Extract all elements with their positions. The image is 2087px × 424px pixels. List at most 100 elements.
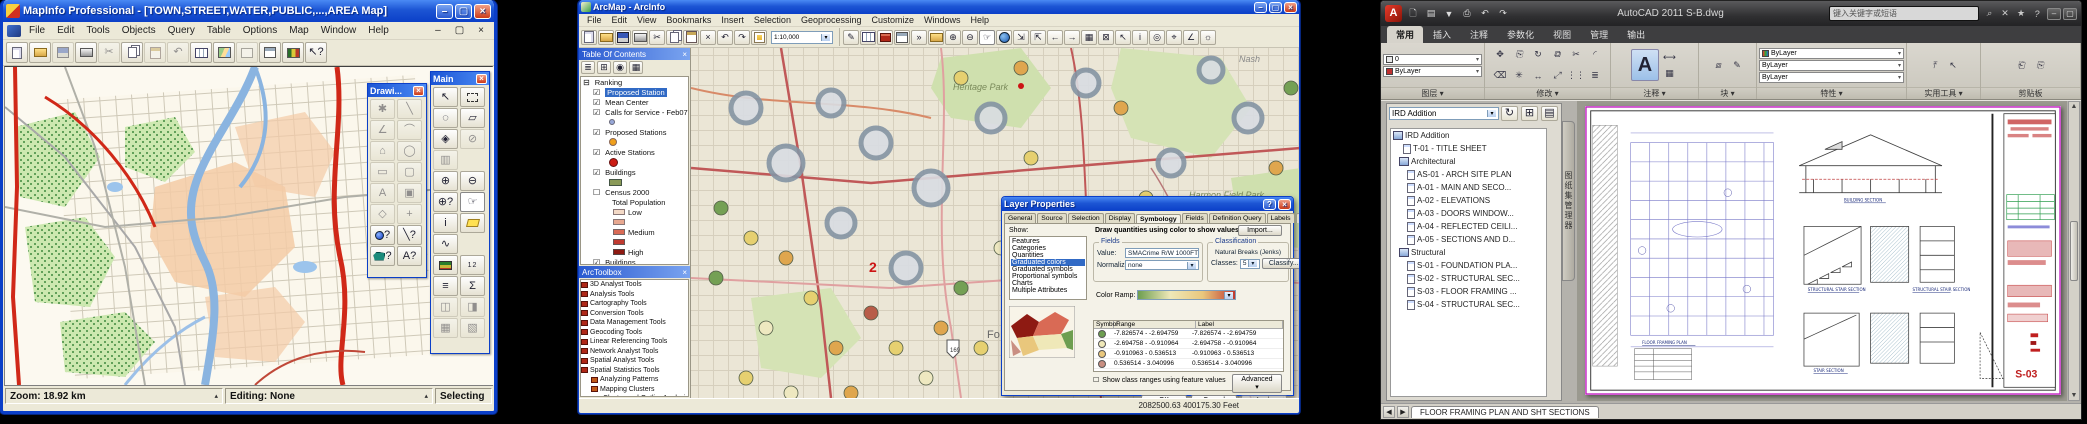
new-grapher-icon[interactable] [236,42,258,63]
sheet-row[interactable]: S-01 - FOUNDATION PLA... [1391,259,1546,272]
table-icon[interactable] [860,30,876,45]
explode-icon[interactable]: ✳ [1511,68,1528,83]
menu-item[interactable]: Options [237,23,283,38]
open-icon[interactable] [598,30,614,45]
qat-save-icon[interactable]: ▼ [1440,6,1458,22]
ellipse-tool-icon[interactable]: ◯ [397,141,422,161]
toc-layer-row[interactable]: ☑Buildings [581,257,688,265]
menu-item[interactable]: Table [201,23,237,38]
html-popup-icon[interactable]: ☼ [1200,30,1216,45]
radius-select-icon[interactable]: ◌ [433,108,458,128]
panel-label[interactable]: 块 ▾ [1699,87,1756,99]
show-legend-icon[interactable]: ≡ [433,276,458,296]
frame-tool-icon[interactable]: ▣ [397,183,422,203]
help-icon[interactable]: ? [2029,6,2045,21]
class-break-row[interactable]: -0.910963 - 0.536513-0.910963 - 0.536513 [1094,349,1283,359]
new-layout-icon[interactable] [259,42,281,63]
sheet-row[interactable]: AS-01 - ARCH SITE PLAN [1391,168,1546,181]
toolbox-item[interactable]: Data Management Tools [581,318,688,328]
toc-layer-row[interactable]: Low [581,207,688,217]
toolbox-item[interactable]: Geocoding Tools [581,328,688,338]
cut-icon[interactable]: ✂ [649,30,665,45]
apply-button[interactable]: Apply [1241,395,1287,398]
dimension-icon[interactable]: ⟷ [1661,50,1678,65]
rotate-icon[interactable]: ↻ [1530,47,1547,62]
sheet-row[interactable]: A-03 - DOORS WINDOW... [1391,207,1546,220]
multiline-text-button[interactable]: A [1631,49,1659,81]
classes-combo[interactable]: 5▾ [1240,259,1260,269]
sheet-row[interactable]: A-05 - SECTIONS AND D... [1391,233,1546,246]
dialog-titlebar[interactable]: Layer Properties ? × [1002,197,1293,211]
dialog-tab[interactable]: Definition Query [1209,213,1266,223]
edit-block-icon[interactable]: ✎ [1729,58,1746,73]
save-icon[interactable] [615,30,631,45]
drawing-canvas[interactable]: FLOOR FRAMING PLAN BUILDING SECTION STRU… [1577,101,2067,401]
new-redistricter-icon[interactable] [282,42,304,63]
layer-state-combo[interactable]: ByLayer▾ [1383,66,1482,77]
list-by-visibility-icon[interactable]: ◉ [613,61,627,74]
print-icon[interactable] [632,30,648,45]
drag-map-window-icon[interactable]: ∿ [433,234,458,254]
dialog-tab[interactable]: Fields [1182,213,1208,223]
column-header[interactable]: Label [1196,321,1283,328]
qat-plot-icon[interactable]: ⎙ [1458,6,1476,22]
layer-combo[interactable]: 0▾ [1383,54,1482,65]
fixed-zoom-in-icon[interactable]: ⇲ [1013,30,1029,45]
panel-label[interactable]: 特性 ▾ [1757,87,1906,99]
first-tab-icon[interactable]: ◀ [1383,406,1395,418]
menu-item[interactable]: Tools [80,23,115,38]
sheet-row[interactable]: Architectural [1391,155,1546,168]
toc-layer-row[interactable]: ☑Calls for Service - Feb07 [581,107,688,117]
ruler-icon[interactable]: 12 [460,255,485,275]
mirror-icon[interactable]: ⧉ [1549,47,1566,62]
zoom-out-icon[interactable]: ⊖ [962,30,978,45]
zoom-in-icon[interactable]: ⊕ [945,30,961,45]
new-map-icon[interactable] [581,30,597,45]
maximize-button[interactable]: ▢ [1269,2,1282,13]
line-tool-icon[interactable]: ╲ [397,99,422,119]
pan-icon[interactable]: ☞ [979,30,995,45]
class-break-row[interactable]: -2.694758 - -0.910964-2.694758 - -0.9109… [1094,339,1283,349]
class-break-row[interactable]: 0.536514 - 3.0409960.536514 - 3.040996 [1094,359,1283,369]
toc-layer-row[interactable] [581,157,688,167]
back-extent-icon[interactable]: ← [1047,30,1063,45]
list-by-source-icon[interactable]: ⊞ [597,61,611,74]
unselect-all-icon[interactable]: ⊘ [460,129,485,149]
polyline-tool-icon[interactable]: ∠ [370,120,395,140]
toc-layer-row[interactable] [581,217,688,227]
sheet-row[interactable]: T-01 - TITLE SHEET [1391,142,1546,155]
layer-checkbox[interactable]: ☑ [593,88,600,97]
symbol-style-icon[interactable]: ? [370,225,395,245]
toolbox-item[interactable]: Cartography Tools [581,299,688,309]
redo-icon[interactable]: ↷ [734,30,750,45]
layer-checkbox[interactable]: ☑ [593,128,600,137]
select-features-icon[interactable]: ▦ [1081,30,1097,45]
scroll-down-icon[interactable]: ▼ [2071,392,2078,399]
python-icon[interactable]: » [911,30,927,45]
forward-extent-icon[interactable]: → [1064,30,1080,45]
dialog-tab[interactable]: Selection [1068,213,1104,223]
layer-checkbox[interactable]: ☐ [593,188,600,197]
new-browser-icon[interactable] [190,42,212,63]
import-icon[interactable]: ⊞ [1521,106,1538,121]
toolbox-item[interactable]: Analyzing Patterns [581,375,688,385]
toolbox-item[interactable]: Linear Referencing Tools [581,337,688,347]
copy-icon[interactable] [666,30,682,45]
sheetset-combo[interactable]: IRD Addition▾ [1389,107,1499,120]
toc-titlebar[interactable]: Table Of Contents× [579,48,690,60]
sheet-row[interactable]: S-02 - STRUCTURAL SEC... [1391,272,1546,285]
print-icon[interactable] [75,42,97,63]
panel-label[interactable]: 图层 ▾ [1381,87,1484,99]
renderer-item[interactable]: Categories [1011,245,1085,252]
menu-item[interactable]: File [583,14,606,26]
map-scale-combo[interactable]: 1:10,000▾ [771,31,833,44]
renderer-item[interactable]: Quantities [1011,252,1085,259]
trim-icon[interactable]: ✂ [1568,47,1585,62]
zoom-in-icon[interactable]: ⊕ [433,171,458,191]
measure-icon[interactable]: ∠ [1183,30,1199,45]
toc-layer-row[interactable] [581,117,688,127]
menu-item[interactable]: Bookmarks [662,14,715,26]
full-extent-icon[interactable] [996,30,1012,45]
dialog-tab[interactable]: Source [1037,213,1067,223]
paste-icon[interactable]: ⎗ [2013,58,2030,73]
